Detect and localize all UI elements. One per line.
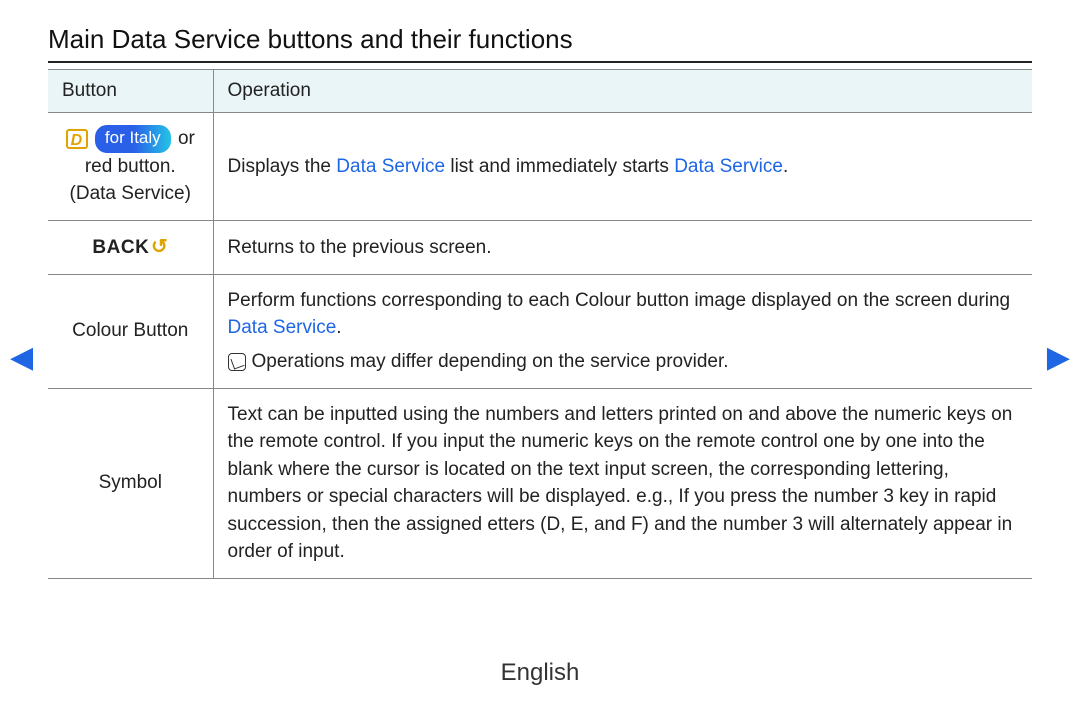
data-service-link: Data Service bbox=[228, 317, 337, 338]
next-page-arrow[interactable]: ▶ bbox=[1047, 340, 1070, 375]
cell-operation-data-service: Displays the Data Service list and immed… bbox=[213, 113, 1032, 221]
d-button-icon: D bbox=[66, 129, 88, 149]
cell-button-symbol: Symbol bbox=[48, 388, 213, 578]
data-service-link: Data Service bbox=[674, 156, 783, 177]
page-title: Main Data Service buttons and their func… bbox=[48, 24, 1032, 63]
data-service-link: Data Service bbox=[336, 156, 445, 177]
cell-operation-colour: Perform functions corresponding to each … bbox=[213, 274, 1032, 388]
buttons-table: Button Operation D for Italy or red butt… bbox=[48, 69, 1032, 579]
cell-button-colour: Colour Button bbox=[48, 274, 213, 388]
cell-operation-back: Returns to the previous screen. bbox=[213, 220, 1032, 274]
note-icon bbox=[228, 353, 246, 371]
table-header-row: Button Operation bbox=[48, 70, 1032, 113]
op-text: list and immediately starts bbox=[445, 156, 674, 177]
note-text: Operations may differ depending on the s… bbox=[252, 351, 729, 372]
op-text: . bbox=[783, 156, 788, 177]
header-operation: Operation bbox=[213, 70, 1032, 113]
prev-page-arrow[interactable]: ◀ bbox=[10, 340, 33, 375]
back-arrow-icon: ↻ bbox=[151, 233, 168, 262]
op-text: . bbox=[336, 317, 341, 338]
table-row: Symbol Text can be inputted using the nu… bbox=[48, 388, 1032, 578]
manual-page: Main Data Service buttons and their func… bbox=[0, 0, 1080, 705]
cell-button-back: BACK↻ bbox=[48, 220, 213, 274]
op-text: Perform functions corresponding to each … bbox=[228, 290, 1011, 311]
footer-language: English bbox=[0, 659, 1080, 687]
cell-operation-symbol: Text can be inputted using the numbers a… bbox=[213, 388, 1032, 578]
cell-button-data-service: D for Italy or red button. (Data Service… bbox=[48, 113, 213, 221]
table-row: Colour Button Perform functions correspo… bbox=[48, 274, 1032, 388]
back-label: BACK bbox=[92, 237, 149, 258]
red-button-text: red button. bbox=[62, 153, 199, 181]
for-italy-pill: for Italy bbox=[95, 125, 171, 153]
header-button: Button bbox=[48, 70, 213, 113]
data-service-paren: (Data Service) bbox=[62, 180, 199, 208]
op-text: Displays the bbox=[228, 156, 337, 177]
table-row: BACK↻ Returns to the previous screen. bbox=[48, 220, 1032, 274]
table-row: D for Italy or red button. (Data Service… bbox=[48, 113, 1032, 221]
or-text: or bbox=[173, 128, 195, 149]
